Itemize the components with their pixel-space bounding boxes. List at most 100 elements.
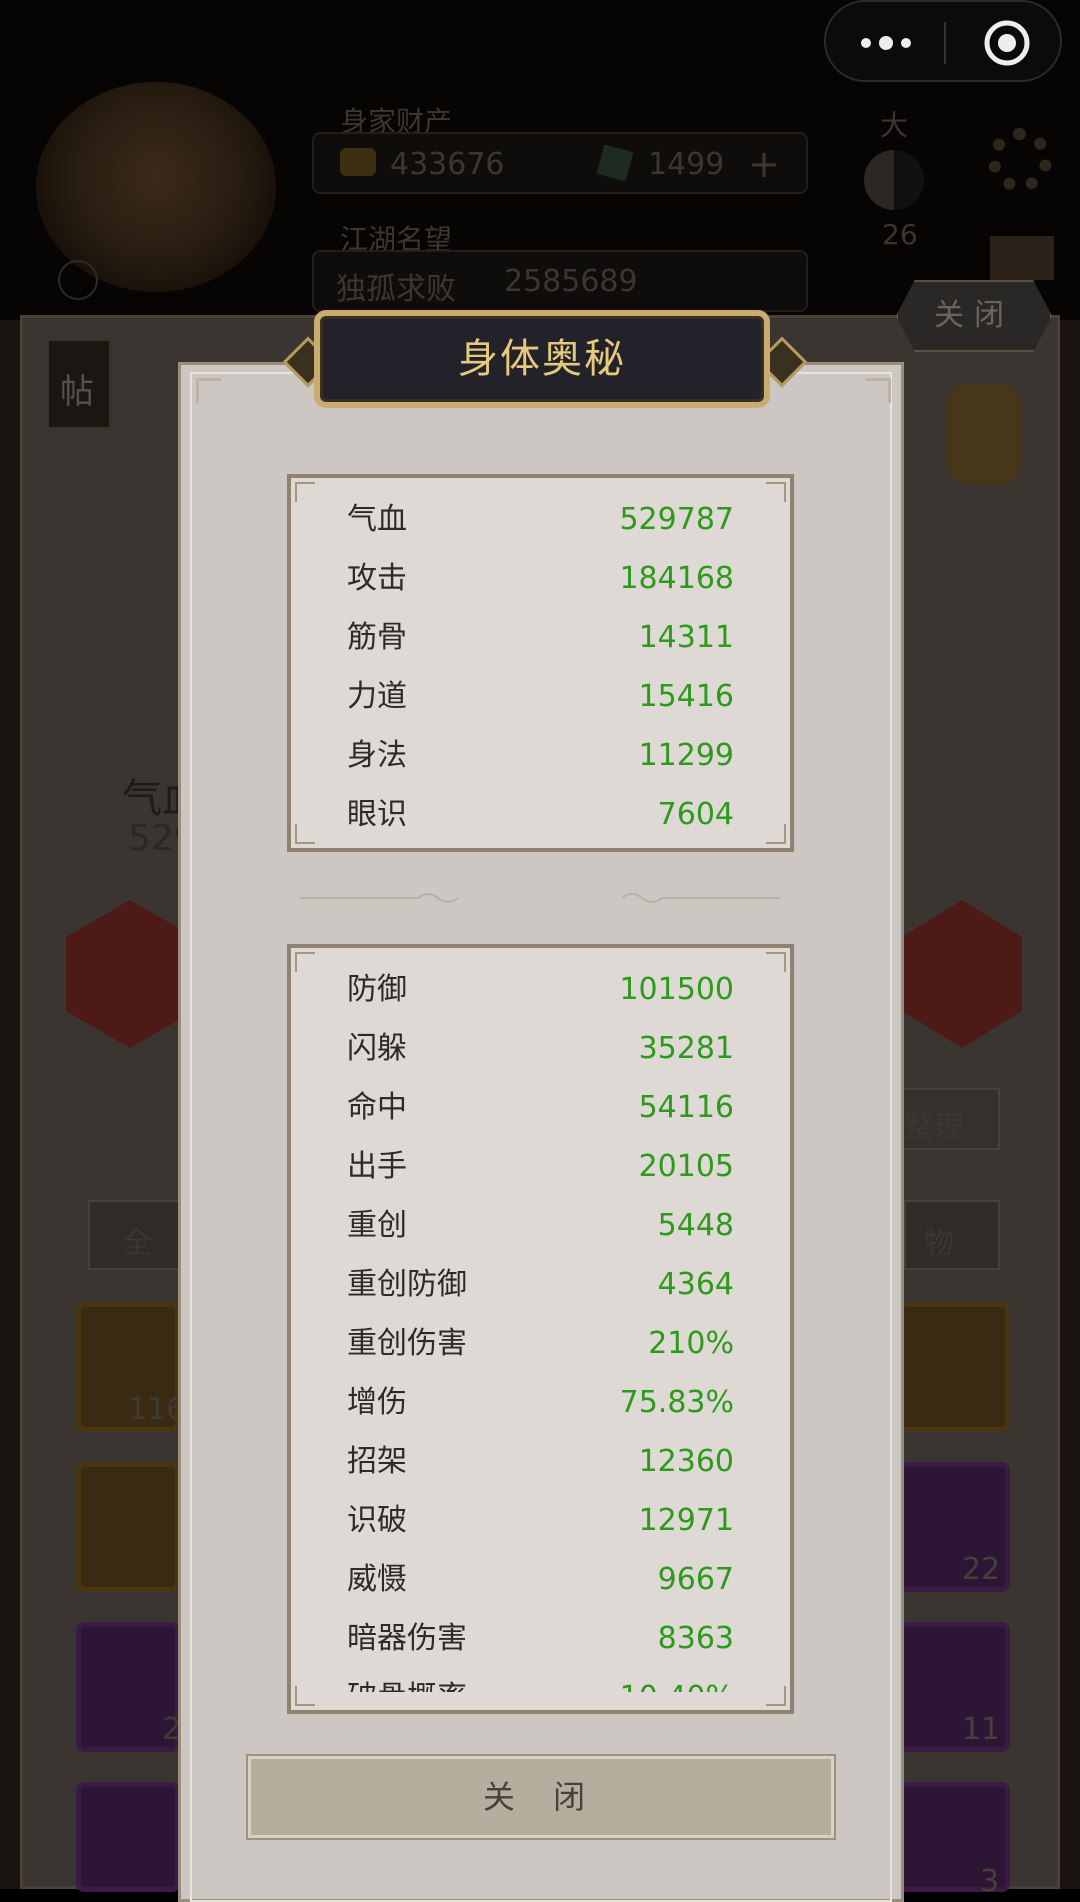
post-tab-label: 帖 (60, 372, 94, 412)
stat-name: 眼识 (347, 797, 407, 832)
stats-basic-box: 气血 529787 攻击 184168 筋骨 14311 力道 15416 身法 1129… (287, 474, 794, 852)
stat-value: 54116 (638, 1090, 734, 1125)
stat-row: 重创防御 4364 (347, 1255, 734, 1314)
stat-value: 529787 (619, 502, 734, 537)
yinyang-icon (864, 150, 924, 210)
filter-items-label: 物 (924, 1226, 954, 1261)
stat-row: 增伤 75.83% (347, 1373, 734, 1432)
add-currency-button[interactable]: + (748, 142, 780, 186)
exit-icon[interactable] (982, 18, 1032, 68)
item-slot[interactable] (76, 1782, 180, 1892)
stat-row: 气血 529787 (347, 490, 734, 549)
stat-name: 破骨概率 (347, 1668, 467, 1692)
level-value: 26 (882, 218, 918, 251)
stat-row: 命中 54116 (347, 1078, 734, 1137)
stat-value: 10.40% (620, 1668, 734, 1692)
stat-value: 75.83% (619, 1385, 734, 1420)
box-corner (295, 482, 315, 502)
stat-row: 重创伤害 210% (347, 1314, 734, 1373)
stat-name: 出手 (347, 1149, 407, 1184)
level-label: 大 (880, 109, 909, 142)
item-count: 116 (128, 1392, 186, 1427)
item-slot[interactable] (76, 1462, 180, 1592)
stat-row: 出手 20105 (347, 1137, 734, 1196)
stat-name: 命中 (347, 1090, 407, 1125)
stat-list-viewport: 防御 101500 闪躲 35281 命中 54116 出手 20105 重创 5448 … (291, 948, 790, 1692)
stat-value: 8363 (657, 1621, 734, 1656)
stat-value: 5448 (657, 1208, 734, 1243)
stat-name: 攻击 (347, 561, 407, 596)
dialog-title-plate: 身体奥秘 (314, 310, 770, 408)
stat-value: 35281 (638, 1031, 734, 1066)
item-slot[interactable] (898, 1302, 1010, 1432)
more-icon[interactable] (858, 26, 914, 60)
dialog-corner-ornament (866, 378, 891, 403)
stat-row: 筋骨 14311 (347, 608, 734, 667)
stat-row: 暗器伤害 8363 (347, 1609, 734, 1668)
stat-value: 210% (648, 1326, 734, 1361)
item-count: 22 (962, 1552, 1001, 1587)
capsule-divider (944, 22, 946, 64)
stat-row: 招架 12360 (347, 1432, 734, 1491)
dialog-corner-ornament (196, 378, 221, 403)
stat-name: 威慑 (347, 1562, 407, 1597)
stat-name: 防御 (347, 972, 407, 1007)
stat-value: 15416 (638, 679, 734, 714)
stat-value: 12360 (638, 1444, 734, 1479)
stat-name: 闪躲 (347, 1031, 407, 1066)
stat-name: 重创 (347, 1208, 407, 1243)
close-button-label: 关 闭 (482, 1778, 600, 1816)
mail-icon[interactable] (990, 236, 1054, 280)
capacity-text: (331/38 (70, 1102, 188, 1137)
lantern-icon (946, 384, 1022, 484)
stat-row: 重创 5448 (347, 1196, 734, 1255)
panel-close-label: 关闭 (934, 298, 1014, 333)
stat-row: 破骨概率 10.40% (347, 1668, 734, 1692)
stat-value: 101500 (619, 972, 734, 1007)
stat-row: 攻击 184168 (347, 549, 734, 608)
capsule-menu (824, 0, 1062, 82)
stats-advanced-box[interactable]: 防御 101500 闪躲 35281 命中 54116 出手 20105 重创 5448 … (287, 944, 794, 1714)
stat-name: 重创伤害 (347, 1326, 467, 1361)
stat-row: 眼识 7604 (347, 785, 734, 844)
box-corner (295, 824, 315, 844)
reputation-value: 2585689 (504, 264, 638, 299)
stat-value: 4364 (657, 1267, 734, 1302)
stat-name: 身法 (347, 738, 407, 773)
gold-icon (340, 148, 376, 176)
stat-name: 气血 (347, 502, 407, 537)
dialog-title: 身体奥秘 (458, 336, 626, 382)
stat-name: 力道 (347, 679, 407, 714)
stat-value: 12971 (638, 1503, 734, 1538)
gem-amount: 1499 (648, 147, 725, 182)
stat-row: 防御 101500 (347, 960, 734, 1019)
ornament-divider (300, 888, 780, 908)
stat-row: 身法 11299 (347, 726, 734, 785)
stat-row: 闪躲 35281 (347, 1019, 734, 1078)
stat-name: 暗器伤害 (347, 1621, 467, 1656)
stat-row: 威慑 9667 (347, 1550, 734, 1609)
stat-value: 7604 (657, 797, 734, 832)
filter-all-label: 全 (122, 1226, 152, 1261)
gold-amount: 433676 (390, 147, 505, 182)
stat-name: 增伤 (347, 1385, 407, 1420)
stat-value: 9667 (657, 1562, 734, 1597)
wealth-bar (312, 132, 808, 194)
close-button[interactable]: 关 闭 (248, 1756, 834, 1838)
gear-icon[interactable] (988, 128, 1052, 192)
box-corner (766, 824, 786, 844)
player-name: 独孤求败 (336, 272, 456, 307)
gender-icon (58, 260, 98, 300)
stat-row: 力道 15416 (347, 667, 734, 726)
panel-close-button[interactable]: 关闭 (896, 280, 1052, 352)
stat-name: 筋骨 (347, 620, 407, 655)
stat-name: 招架 (347, 1444, 407, 1479)
box-corner (766, 482, 786, 502)
stat-value: 14311 (638, 620, 734, 655)
stat-value: 184168 (619, 561, 734, 596)
stat-row: 识破 12971 (347, 1491, 734, 1550)
item-count: 3 (980, 1864, 1000, 1899)
sort-button-label: 整理 (904, 1110, 964, 1145)
stat-value: 11299 (638, 738, 734, 773)
stat-value: 20105 (638, 1149, 734, 1184)
